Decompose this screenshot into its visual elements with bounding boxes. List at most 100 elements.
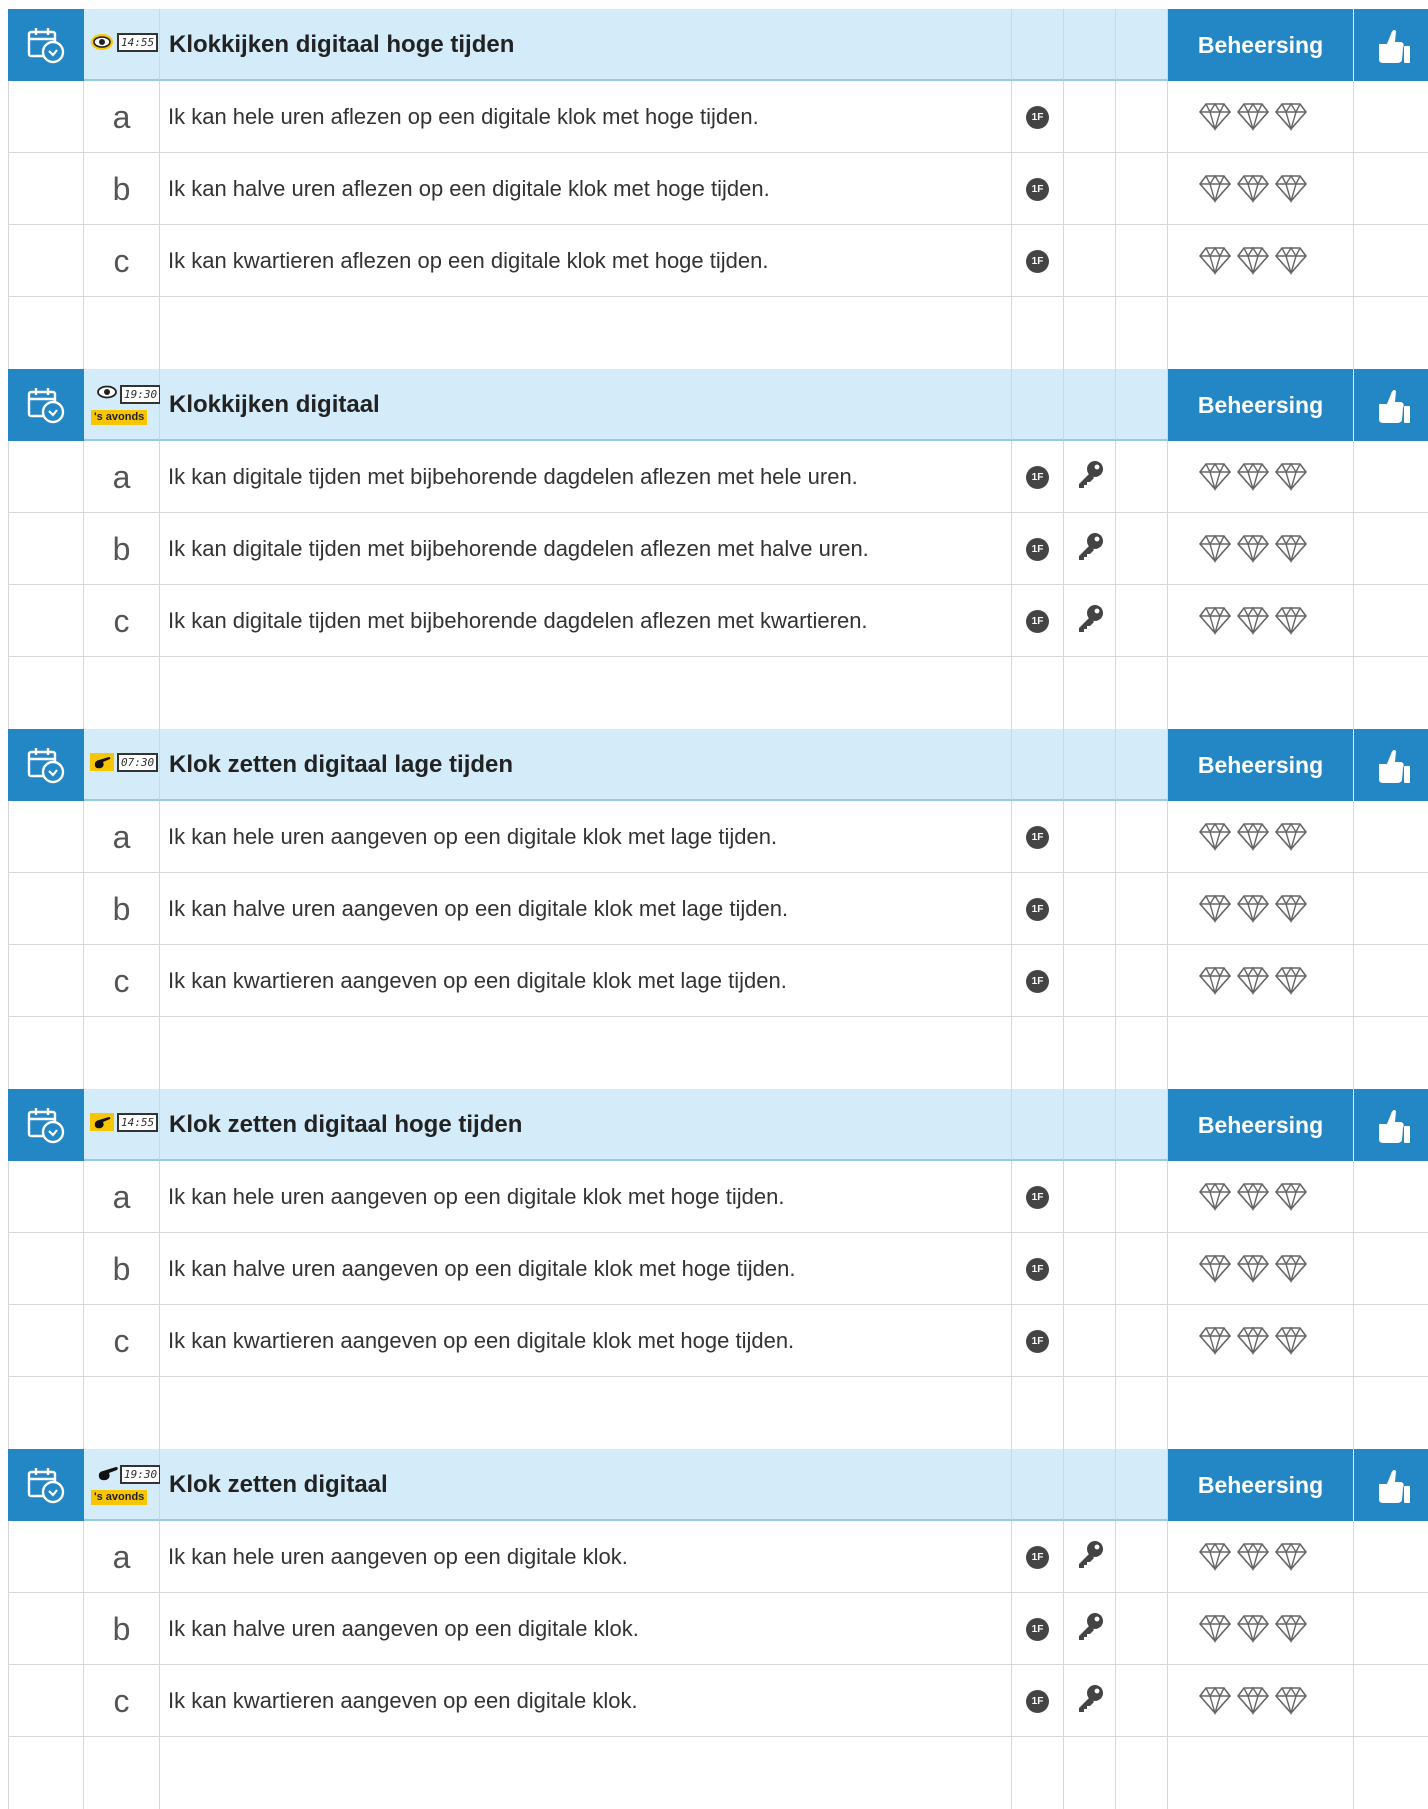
goal-letter: a xyxy=(112,459,131,495)
mastery-rating[interactable] xyxy=(1198,965,1308,1000)
diamond-icon[interactable] xyxy=(1198,1541,1232,1576)
diamond-icon[interactable] xyxy=(1236,893,1270,928)
diamond-icon[interactable] xyxy=(1198,605,1232,640)
diamond-icon[interactable] xyxy=(1236,173,1270,208)
level-badge-1f: 1F xyxy=(1026,538,1049,561)
digital-clock-icon: 19:30 xyxy=(120,1465,162,1484)
goal-statement: Ik kan halve uren aangeven op een digita… xyxy=(168,1256,796,1281)
mastery-rating[interactable] xyxy=(1198,605,1308,640)
diamond-icon[interactable] xyxy=(1274,1181,1308,1216)
thumbs-up-icon[interactable] xyxy=(1371,26,1411,71)
mastery-rating[interactable] xyxy=(1198,1253,1308,1288)
thumbs-up-icon[interactable] xyxy=(1371,746,1411,791)
mastery-rating[interactable] xyxy=(1198,1685,1308,1720)
diamond-icon[interactable] xyxy=(1236,1325,1270,1360)
diamond-icon[interactable] xyxy=(1274,1253,1308,1288)
diamond-icon[interactable] xyxy=(1236,1253,1270,1288)
thumbs-up-icon[interactable] xyxy=(1371,1106,1411,1151)
goal-statement: Ik kan hele uren aflezen op een digitale… xyxy=(168,104,759,129)
diamond-icon[interactable] xyxy=(1274,605,1308,640)
mastery-rating[interactable] xyxy=(1198,1325,1308,1360)
diamond-icon[interactable] xyxy=(1198,965,1232,1000)
mastery-rating[interactable] xyxy=(1198,101,1308,136)
diamond-icon[interactable] xyxy=(1236,821,1270,856)
mastery-rating[interactable] xyxy=(1198,173,1308,208)
diamond-icon[interactable] xyxy=(1274,1685,1308,1720)
diamond-icon[interactable] xyxy=(1198,245,1232,280)
calendar-clock-icon xyxy=(27,746,65,789)
goal-row: a Ik kan hele uren aangeven op een digita… xyxy=(8,1521,1428,1593)
section-title: Klokkijken digitaal xyxy=(169,391,380,418)
diamond-icon[interactable] xyxy=(1198,173,1232,208)
diamond-icon[interactable] xyxy=(1198,1181,1232,1216)
section-spacer xyxy=(8,1017,1428,1089)
goal-letter: b xyxy=(112,171,131,207)
diamond-icon[interactable] xyxy=(1198,1253,1232,1288)
mastery-rating[interactable] xyxy=(1198,893,1308,928)
diamond-icon[interactable] xyxy=(1274,245,1308,280)
eye-icon xyxy=(96,385,118,404)
diamond-icon[interactable] xyxy=(1198,1325,1232,1360)
diamond-icon[interactable] xyxy=(1274,1613,1308,1648)
diamond-icon[interactable] xyxy=(1236,1541,1270,1576)
mastery-rating[interactable] xyxy=(1198,461,1308,496)
mastery-rating[interactable] xyxy=(1198,821,1308,856)
thumbs-up-icon[interactable] xyxy=(1371,386,1411,431)
eye-icon xyxy=(90,33,114,56)
diamond-icon[interactable] xyxy=(1198,461,1232,496)
key-icon xyxy=(1076,1684,1104,1719)
diamond-icon[interactable] xyxy=(1274,533,1308,568)
mastery-rating[interactable] xyxy=(1198,1181,1308,1216)
diamond-icon[interactable] xyxy=(1274,173,1308,208)
diamond-icon[interactable] xyxy=(1236,1181,1270,1216)
goal-letter: a xyxy=(112,1179,131,1215)
diamond-icon[interactable] xyxy=(1236,245,1270,280)
section-spacer xyxy=(8,297,1428,369)
mastery-rating[interactable] xyxy=(1198,245,1308,280)
pointing-hand-icon xyxy=(90,753,114,776)
diamond-icon[interactable] xyxy=(1236,101,1270,136)
learning-goals-table: 14:55 Klokkijken digitaal hoge tijden Behe… xyxy=(8,9,1428,1809)
diamond-icon[interactable] xyxy=(1236,1613,1270,1648)
section-spacer xyxy=(8,1377,1428,1449)
read-clock-indicator: 14:55 xyxy=(90,9,159,81)
diamond-icon[interactable] xyxy=(1274,821,1308,856)
goal-letter: c xyxy=(113,963,130,999)
goal-row: b Ik kan halve uren aflezen op een digita… xyxy=(8,153,1428,225)
diamond-icon[interactable] xyxy=(1274,893,1308,928)
section-header: 14:55 Klok zetten digitaal hoge tijden Beh… xyxy=(8,1089,1428,1161)
goal-statement: Ik kan kwartieren aflezen op een digital… xyxy=(168,248,769,273)
mastery-rating[interactable] xyxy=(1198,1613,1308,1648)
diamond-icon[interactable] xyxy=(1274,965,1308,1000)
daypart-tag: 's avonds xyxy=(91,1490,148,1505)
diamond-icon[interactable] xyxy=(1236,1685,1270,1720)
goal-letter: a xyxy=(112,1539,131,1575)
diamond-icon[interactable] xyxy=(1198,1613,1232,1648)
goal-statement: Ik kan hele uren aangeven op een digital… xyxy=(168,1184,785,1209)
diamond-icon[interactable] xyxy=(1198,893,1232,928)
goal-row: a Ik kan hele uren aangeven op een digita… xyxy=(8,1161,1428,1233)
diamond-icon[interactable] xyxy=(1274,461,1308,496)
diamond-icon[interactable] xyxy=(1236,605,1270,640)
diamond-icon[interactable] xyxy=(1274,101,1308,136)
diamond-icon[interactable] xyxy=(1274,1541,1308,1576)
diamond-icon[interactable] xyxy=(1198,1685,1232,1720)
mastery-heading: Beheersing xyxy=(1197,1472,1324,1498)
goal-statement: Ik kan halve uren aflezen op een digital… xyxy=(168,176,770,201)
level-badge-1f: 1F xyxy=(1026,610,1049,633)
diamond-icon[interactable] xyxy=(1198,821,1232,856)
diamond-icon[interactable] xyxy=(1198,101,1232,136)
key-icon xyxy=(1076,460,1104,495)
thumbs-up-icon[interactable] xyxy=(1371,1466,1411,1511)
diamond-icon[interactable] xyxy=(1236,533,1270,568)
diamond-icon[interactable] xyxy=(1236,965,1270,1000)
goal-letter: a xyxy=(112,819,131,855)
mastery-rating[interactable] xyxy=(1198,533,1308,568)
goal-row: a Ik kan digitale tijden met bijbehorende… xyxy=(8,441,1428,513)
goal-row: b Ik kan halve uren aangeven op een digit… xyxy=(8,873,1428,945)
diamond-icon[interactable] xyxy=(1274,1325,1308,1360)
diamond-icon[interactable] xyxy=(1198,533,1232,568)
diamond-icon[interactable] xyxy=(1236,461,1270,496)
set-clock-indicator: 14:55 xyxy=(90,1089,159,1161)
mastery-rating[interactable] xyxy=(1198,1541,1308,1576)
